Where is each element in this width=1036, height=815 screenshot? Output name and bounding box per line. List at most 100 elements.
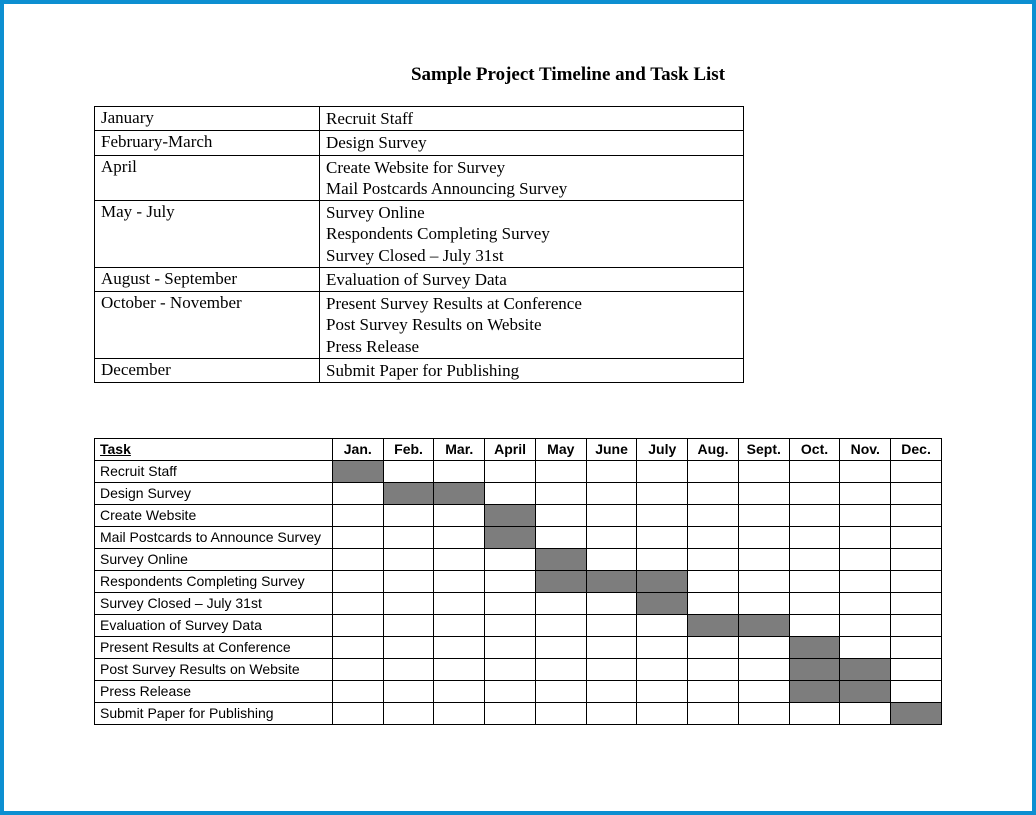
gantt-chart: TaskJan.Feb.Mar.AprilMayJuneJulyAug.Sept… — [94, 438, 942, 725]
gantt-cell — [891, 681, 942, 703]
gantt-cell — [738, 549, 789, 571]
gantt-cell — [840, 483, 891, 505]
gantt-cell — [535, 703, 586, 725]
gantt-cell — [485, 593, 536, 615]
gantt-row: Design Survey — [95, 483, 942, 505]
gantt-task-label: Mail Postcards to Announce Survey — [95, 527, 333, 549]
gantt-cell — [332, 461, 383, 483]
gantt-task-label: Post Survey Results on Website — [95, 659, 333, 681]
gantt-cell — [586, 549, 637, 571]
gantt-task-label: Press Release — [95, 681, 333, 703]
gantt-cell — [738, 703, 789, 725]
gantt-cell — [840, 615, 891, 637]
gantt-cell — [434, 505, 485, 527]
gantt-cell — [789, 483, 840, 505]
gantt-month-header: April — [485, 439, 536, 461]
gantt-cell — [383, 637, 434, 659]
gantt-cell — [383, 659, 434, 681]
gantt-cell — [688, 527, 739, 549]
gantt-row: Submit Paper for Publishing — [95, 703, 942, 725]
gantt-cell — [688, 549, 739, 571]
timeline-task-item: Recruit Staff — [326, 108, 737, 129]
timeline-task-item: Submit Paper for Publishing — [326, 360, 737, 381]
gantt-cell — [586, 461, 637, 483]
gantt-cell — [688, 461, 739, 483]
timeline-tasks: Survey OnlineRespondents Completing Surv… — [320, 201, 744, 268]
gantt-cell — [485, 505, 536, 527]
timeline-tasks: Submit Paper for Publishing — [320, 358, 744, 382]
gantt-month-header: Sept. — [738, 439, 789, 461]
gantt-month-header: Aug. — [688, 439, 739, 461]
gantt-cell — [332, 681, 383, 703]
gantt-cell — [840, 681, 891, 703]
gantt-task-label: Design Survey — [95, 483, 333, 505]
gantt-cell — [383, 505, 434, 527]
gantt-cell — [789, 681, 840, 703]
gantt-cell — [637, 505, 688, 527]
gantt-cell — [637, 593, 688, 615]
gantt-cell — [332, 571, 383, 593]
gantt-month-header: Feb. — [383, 439, 434, 461]
gantt-month-header: May — [535, 439, 586, 461]
gantt-cell — [434, 615, 485, 637]
gantt-cell — [738, 483, 789, 505]
gantt-cell — [383, 461, 434, 483]
timeline-task-item: Survey Closed – July 31st — [326, 245, 737, 266]
gantt-cell — [535, 461, 586, 483]
gantt-cell — [535, 615, 586, 637]
gantt-cell — [535, 659, 586, 681]
gantt-row: Post Survey Results on Website — [95, 659, 942, 681]
gantt-cell — [789, 505, 840, 527]
gantt-task-label: Evaluation of Survey Data — [95, 615, 333, 637]
timeline-period: May - July — [95, 201, 320, 268]
timeline-tasks: Evaluation of Survey Data — [320, 267, 744, 291]
gantt-month-header: Oct. — [789, 439, 840, 461]
timeline-task-item: Press Release — [326, 336, 737, 357]
gantt-cell — [434, 527, 485, 549]
gantt-task-header: Task — [95, 439, 333, 461]
gantt-cell — [332, 505, 383, 527]
gantt-cell — [840, 549, 891, 571]
gantt-row: Present Results at Conference — [95, 637, 942, 659]
timeline-task-item: Survey Online — [326, 202, 737, 223]
timeline-tasks: Present Survey Results at ConferencePost… — [320, 292, 744, 359]
gantt-month-header: Mar. — [434, 439, 485, 461]
timeline-tasks: Design Survey — [320, 131, 744, 155]
gantt-cell — [840, 593, 891, 615]
gantt-cell — [586, 527, 637, 549]
gantt-cell — [434, 593, 485, 615]
gantt-cell — [637, 549, 688, 571]
gantt-cell — [586, 483, 637, 505]
gantt-cell — [637, 637, 688, 659]
gantt-cell — [383, 483, 434, 505]
gantt-cell — [688, 637, 739, 659]
gantt-cell — [383, 703, 434, 725]
gantt-cell — [332, 615, 383, 637]
gantt-row: Survey Online — [95, 549, 942, 571]
gantt-cell — [637, 461, 688, 483]
gantt-cell — [434, 659, 485, 681]
gantt-cell — [688, 681, 739, 703]
gantt-row: Press Release — [95, 681, 942, 703]
gantt-cell — [688, 659, 739, 681]
gantt-cell — [891, 483, 942, 505]
gantt-cell — [586, 615, 637, 637]
gantt-cell — [789, 461, 840, 483]
gantt-cell — [434, 703, 485, 725]
gantt-cell — [332, 527, 383, 549]
gantt-cell — [434, 549, 485, 571]
gantt-cell — [891, 571, 942, 593]
gantt-month-header: Nov. — [840, 439, 891, 461]
gantt-row: Create Website — [95, 505, 942, 527]
gantt-cell — [891, 527, 942, 549]
gantt-cell — [535, 571, 586, 593]
gantt-cell — [332, 549, 383, 571]
gantt-cell — [840, 527, 891, 549]
gantt-cell — [789, 549, 840, 571]
gantt-cell — [332, 703, 383, 725]
gantt-cell — [485, 637, 536, 659]
gantt-cell — [383, 527, 434, 549]
timeline-tasks: Create Website for SurveyMail Postcards … — [320, 155, 744, 201]
gantt-cell — [383, 571, 434, 593]
gantt-cell — [738, 681, 789, 703]
